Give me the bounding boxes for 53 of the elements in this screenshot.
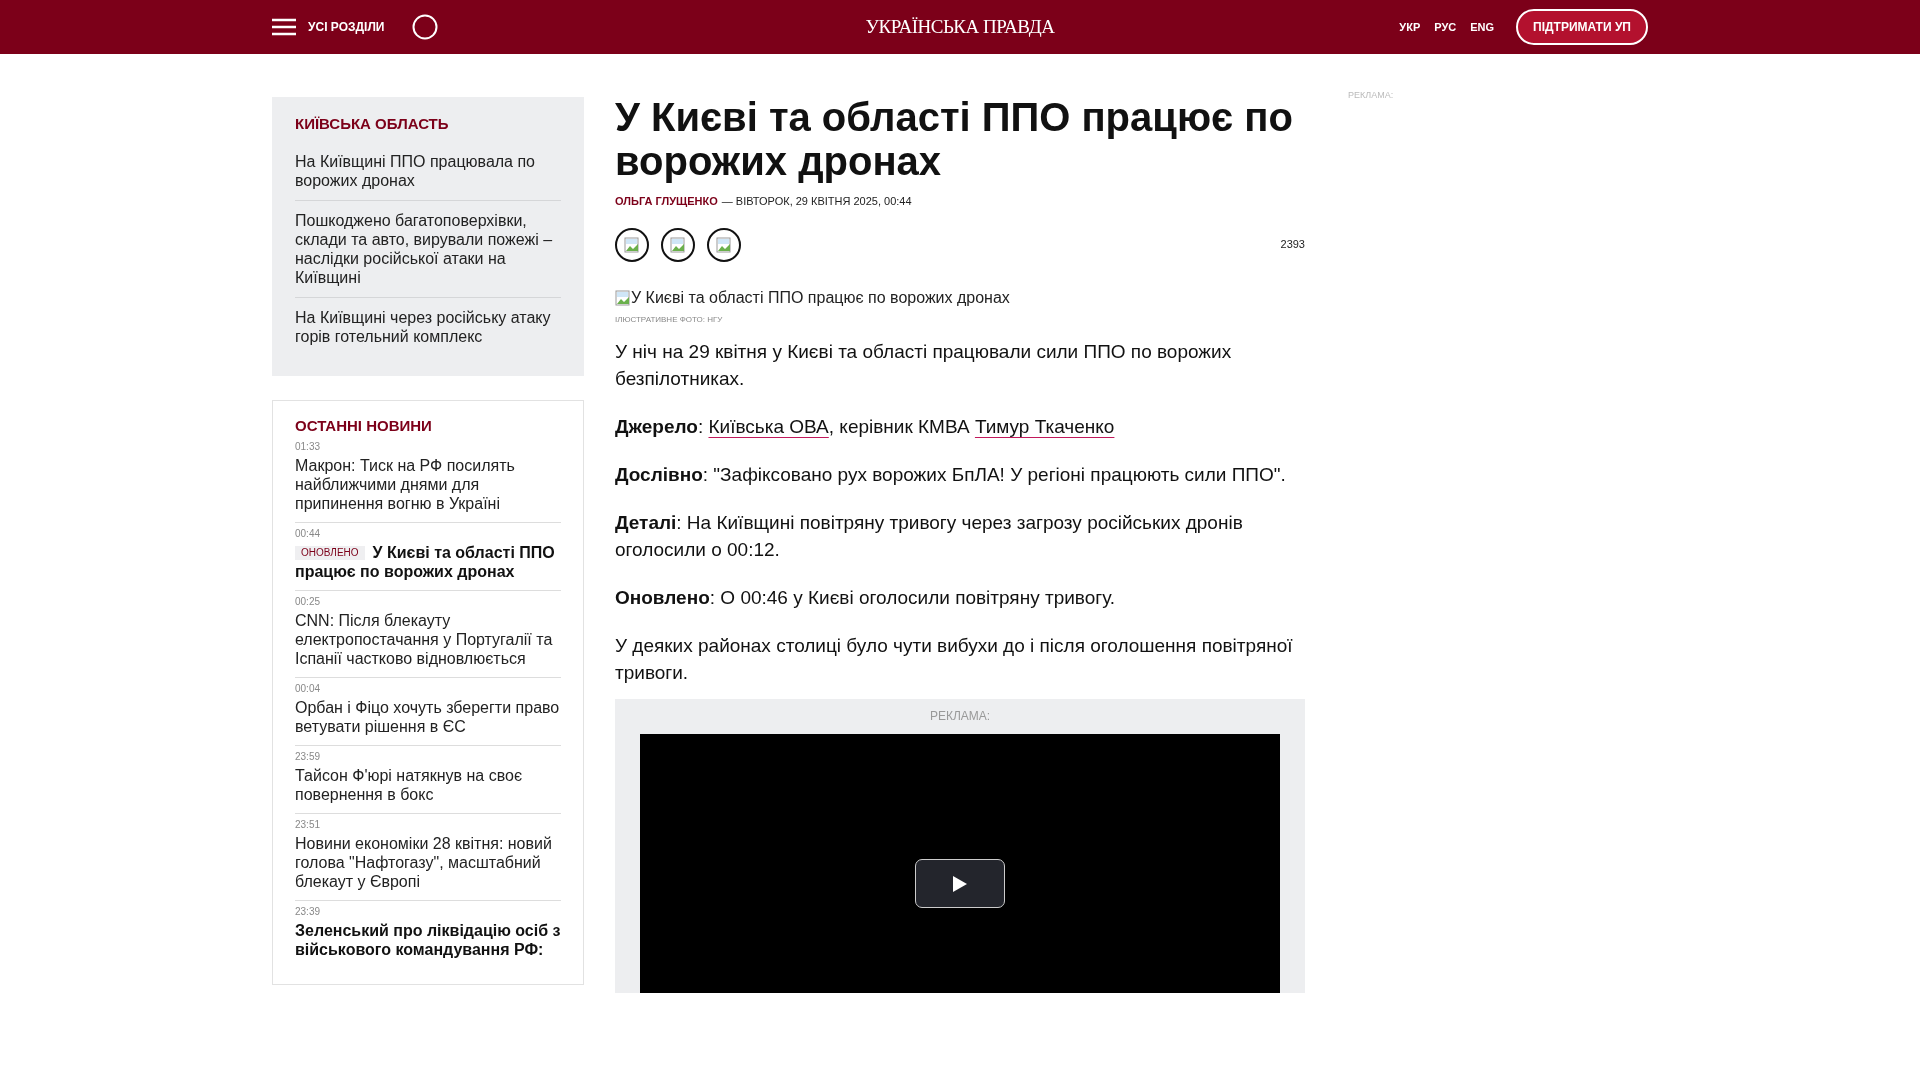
news-time: 00:25 [295, 595, 322, 608]
share-button[interactable] [615, 227, 649, 262]
view-count: 2393 [1280, 237, 1305, 253]
section-heading: КИЇВСЬКА ОБЛАСТЬ [295, 114, 450, 134]
author-link[interactable]: ОЛЬГА ГЛУЩЕНКО [615, 195, 718, 207]
text-link[interactable]: Тимур Ткаченко [974, 415, 1115, 437]
image-alt-text: У Києві та області ППО працює по ворожих дронах [631, 287, 1010, 308]
news-link[interactable]: Зеленський про ліквідацію осіб з військового командування РФ: [295, 920, 561, 959]
menu-icon[interactable] [272, 18, 296, 36]
news-time: 00:44 [295, 527, 322, 540]
ad-label: РЕКЛАМА: [928, 707, 992, 725]
site-logo[interactable]: УКРАЇНСЬКА ПРАВДА [865, 12, 1055, 42]
support-button[interactable]: ПІДТРИМАТИ УП [1516, 9, 1648, 45]
language-link[interactable]: УКР [1399, 18, 1421, 36]
article-paragraph: У ніч на 29 квітня у Києві та області працювали сили ППО по ворожих безпілотниках. [615, 339, 1233, 391]
play-button[interactable] [915, 859, 1005, 908]
news-link[interactable]: ОНОВЛЕНО У Києві та області ППО працює по ворожих дронах [295, 542, 561, 581]
news-link[interactable]: Пошкоджено багатоповерхівки, склади та авто, вирували пожежі – наслідки російської атаки на Київщині [295, 199, 561, 297]
publish-date: — ВІВТОРОК, 29 КВІТНЯ 2025, 00:44 [721, 195, 912, 207]
article-paragraph: Джерело: Київська ОВА, керівник КМВА Тимур Ткаченко [615, 414, 1116, 439]
article-paragraph: У деяких районах столиці було чути вибухи до і після оголошення повітряної тривоги. [615, 633, 1294, 685]
news-link[interactable]: Орбан і Фіцо хочуть зберегти право ветувати рішення в ЄС [295, 697, 561, 736]
broken-image-icon [615, 289, 631, 306]
article-paragraph: Дослівно: "Зафіксовано рух ворожих БпЛА! У регіоні працюють сили ППО". [615, 462, 1287, 487]
language-link[interactable]: ENG [1470, 18, 1495, 36]
news-time: 00:04 [295, 682, 322, 695]
search-icon[interactable] [412, 14, 439, 40]
share-button[interactable] [661, 227, 695, 262]
ad-label: РЕКЛАМА: [1348, 89, 1394, 102]
news-link[interactable]: На Київщині ППО працювала по ворожих дронах [295, 141, 561, 200]
sections-link[interactable]: УСІ РОЗДІЛИ [308, 18, 385, 36]
news-time: 23:59 [295, 750, 322, 763]
broken-image-icon [624, 236, 640, 253]
news-link[interactable]: На Київщині через російську атаку горів готельний комплекс [295, 296, 561, 356]
play-icon [953, 875, 967, 892]
share-button[interactable] [707, 227, 741, 262]
language-link[interactable]: РУС [1434, 18, 1457, 36]
article-title: У Києві та області ППО працює по ворожих дронах [615, 95, 1294, 183]
news-link[interactable]: Новини економіки 28 квітня: новий голова "Нафтогазу", масштабний блекаут у Європі [295, 833, 561, 891]
updated-badge: ОНОВЛЕНО [295, 546, 365, 561]
article-paragraph: Деталі: На Київщині повітряну тривогу через загрозу російських дронів оголосили о 00:12. [615, 510, 1244, 562]
image-caption: ІЛЮСТРАТИВНЕ ФОТО: НГУ [615, 313, 724, 326]
broken-image-icon [670, 236, 686, 253]
section-heading: ОСТАННІ НОВИНИ [295, 416, 433, 435]
news-link[interactable]: Тайсон Ф'юрі натякнув на своє повернення в бокс [295, 765, 561, 804]
news-time: 01:33 [295, 440, 322, 453]
news-time: 23:51 [295, 818, 322, 831]
news-link[interactable]: CNN: Після блекауту електропостачання у Португалії та Іспанії частково відновлюється [295, 610, 561, 668]
broken-image-icon [716, 236, 732, 253]
text-link[interactable]: Київська ОВА [708, 415, 829, 437]
news-link[interactable]: Макрон: Тиск на РФ посилять найближчими днями для припинення вогню в Україні [295, 455, 561, 513]
news-time: 23:39 [295, 905, 322, 918]
article-paragraph: Оновлено: О 00:46 у Києві оголосили повітряну тривогу. [615, 585, 1117, 610]
